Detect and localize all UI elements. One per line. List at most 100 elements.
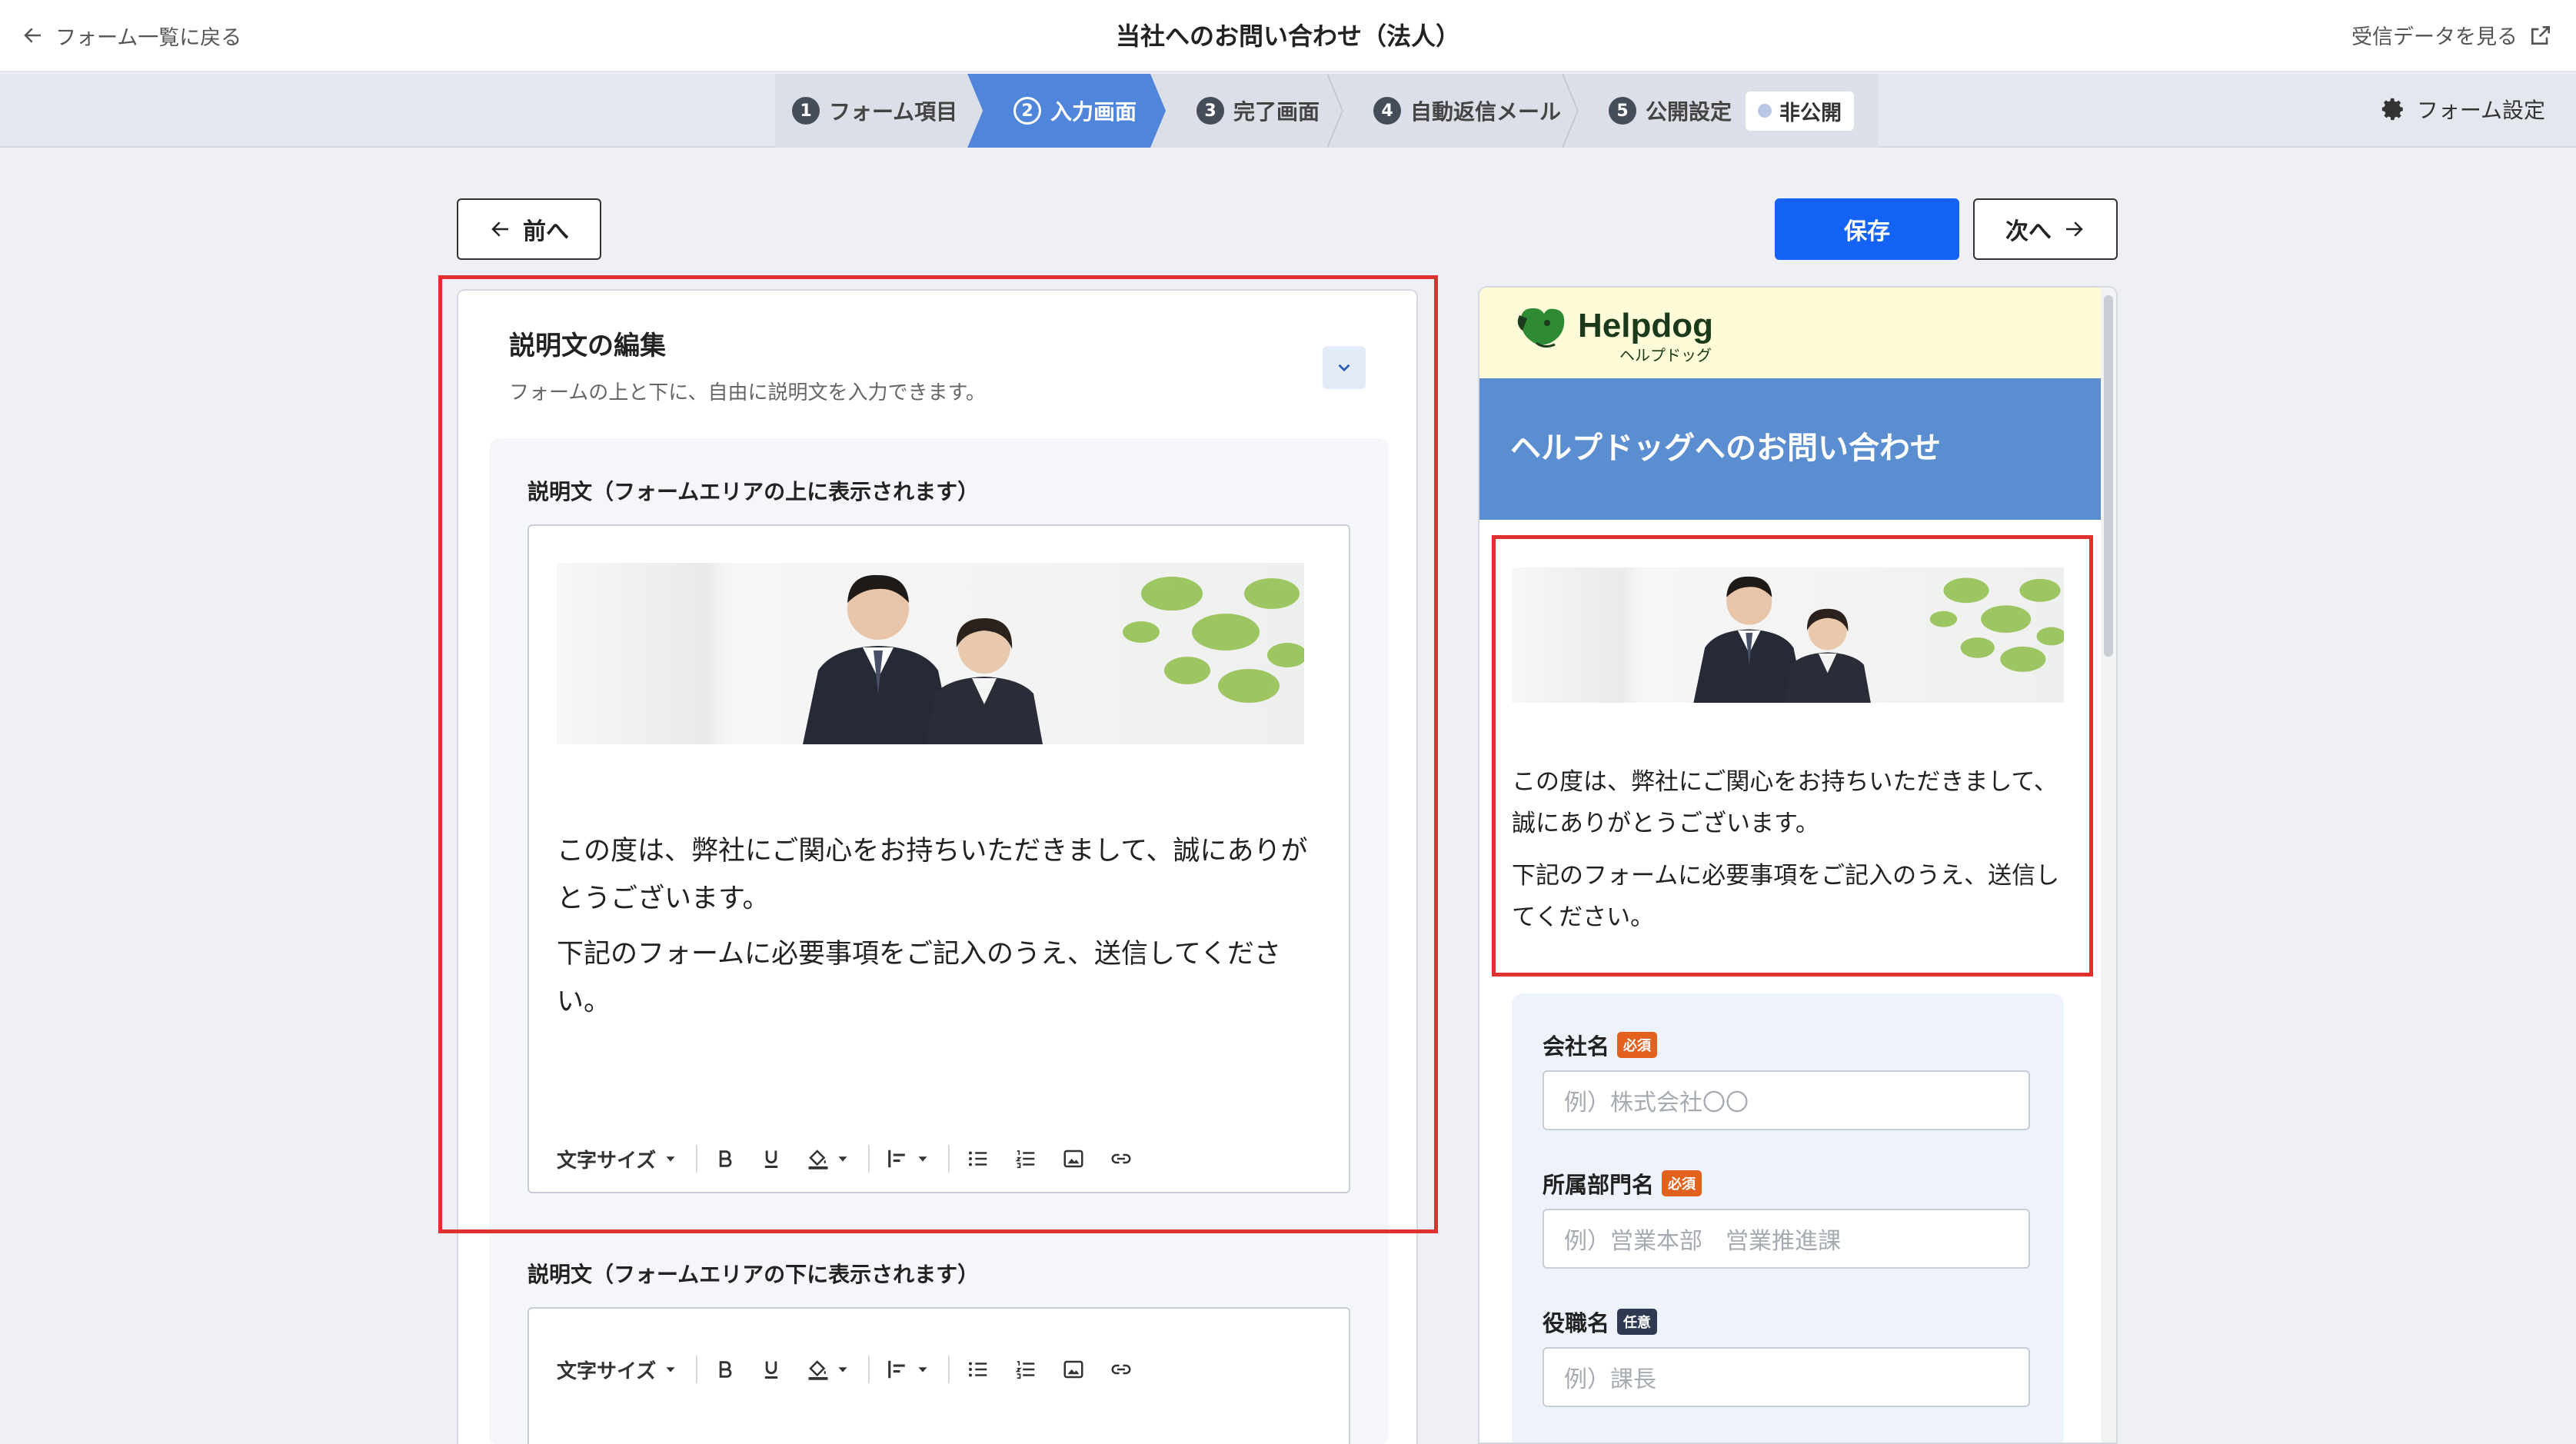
step-tab-complete-screen[interactable]: 3 完了画面 <box>1166 74 1343 148</box>
top-description-label: 説明文（フォームエリアの上に表示されます） <box>528 479 980 504</box>
prev-button[interactable]: 前へ <box>457 198 601 260</box>
status-dot-icon <box>1758 104 1772 118</box>
bullet-list-button[interactable] <box>954 1350 1002 1389</box>
step-number: 2 <box>1013 97 1041 125</box>
bullet-list-button[interactable] <box>954 1140 1002 1178</box>
arrow-left-icon <box>491 221 508 237</box>
step-number: 4 <box>1373 97 1401 125</box>
editor-toolbar: 文字サイズ <box>557 1140 1145 1178</box>
view-data-label: 受信データを見る <box>2351 25 2518 49</box>
insert-image-button[interactable] <box>1050 1350 1097 1389</box>
underline-button[interactable] <box>748 1350 794 1389</box>
arrow-right-icon <box>2066 221 2083 237</box>
toolbar-divider <box>696 1145 698 1173</box>
insert-link-button[interactable] <box>1097 1350 1145 1389</box>
caret-down-icon <box>666 1156 675 1162</box>
preview-paragraph-2: 下記のフォームに必要事項をご記入のうえ、送信してください。 <box>1512 862 2060 931</box>
preview-header: ヘルプドッグへのお問い合わせ <box>1479 378 2101 520</box>
step-tab-publish-settings[interactable]: 5 公開設定 非公開 <box>1578 74 1878 148</box>
bold-icon <box>719 1150 732 1167</box>
save-button[interactable]: 保存 <box>1775 198 1959 260</box>
bold-button[interactable] <box>702 1350 748 1389</box>
insert-image-button[interactable] <box>1050 1140 1097 1178</box>
bullet-list-icon <box>969 1362 987 1377</box>
toolbar-divider <box>868 1145 870 1173</box>
paint-bucket-icon <box>808 1360 828 1380</box>
text-color-button[interactable] <box>794 1350 864 1389</box>
step-label: 自動返信メール <box>1410 99 1562 125</box>
step-number: 3 <box>1196 97 1224 125</box>
numbered-list-button[interactable] <box>1002 1350 1050 1389</box>
view-received-data-link[interactable]: 受信データを見る <box>2351 20 2553 50</box>
form-settings-button[interactable]: フォーム設定 <box>2380 94 2545 125</box>
align-button[interactable] <box>874 1350 944 1389</box>
preview-scrollbar[interactable] <box>2101 288 2116 1442</box>
logo-name: Helpdog <box>1578 307 1713 344</box>
business-people-photo <box>1512 567 2064 703</box>
next-button[interactable]: 次へ <box>1973 198 2118 260</box>
prev-button-label: 前へ <box>523 218 569 245</box>
font-size-dropdown[interactable]: 文字サイズ <box>557 1140 691 1178</box>
form-settings-label: フォーム設定 <box>2416 98 2545 123</box>
text-color-button[interactable] <box>794 1140 864 1178</box>
underline-icon <box>765 1361 778 1379</box>
field-label: 所属部門名 <box>1543 1172 1655 1198</box>
gear-icon <box>2381 98 2403 121</box>
top-description-paragraph-1: この度は、弊社にご関心をお持ちいただきまして、誠にありがとうございます。 <box>557 836 1308 914</box>
step-separator-icon <box>967 74 998 148</box>
job-title-label: 役職名 任意 <box>1543 1306 1658 1338</box>
font-size-dropdown[interactable]: 文字サイズ <box>557 1350 691 1389</box>
bottom-description-label: 説明文（フォームエリアの下に表示されます） <box>528 1262 980 1287</box>
image-icon <box>1063 1150 1083 1168</box>
step-label: 公開設定 <box>1646 99 1732 125</box>
optional-badge: 任意 <box>1617 1309 1658 1335</box>
preview-header-title: ヘルプドッグへのお問い合わせ <box>1510 431 1941 466</box>
font-size-label: 文字サイズ <box>557 1149 657 1173</box>
step-separator-icon <box>1563 74 1579 148</box>
link-icon <box>1111 1364 1131 1375</box>
step-tab-form-items[interactable]: 1 フォーム項目 <box>775 74 983 148</box>
step-label: 完了画面 <box>1233 99 1320 125</box>
preview-paragraph-1: この度は、弊社にご関心をお持ちいただきまして、誠にありがとうございます。 <box>1512 768 2058 837</box>
top-description-paragraph-2: 下記のフォームに必要事項をご記入のうえ、送信してください。 <box>557 939 1281 1017</box>
step-tab-auto-reply-mail[interactable]: 4 自動返信メール <box>1343 74 1578 148</box>
company-name-input[interactable]: 例）株式会社〇〇 <box>1543 1070 2030 1130</box>
editor-toolbar: 文字サイズ <box>557 1350 1145 1389</box>
department-name-label: 所属部門名 必須 <box>1543 1167 1702 1199</box>
step-separator-icon <box>1327 74 1344 148</box>
toolbar-divider <box>948 1356 950 1383</box>
bottom-description-editor[interactable]: 文字サイズ <box>528 1307 1350 1444</box>
collapse-toggle-button[interactable] <box>1323 346 1366 389</box>
external-link-icon <box>2531 25 2550 45</box>
step-navigation-bar: 1 フォーム項目 2 入力画面 3 完了画面 4 自動返信メール 5 公開設定 … <box>0 74 2576 148</box>
insert-link-button[interactable] <box>1097 1140 1145 1178</box>
chevron-down-icon <box>1338 364 1350 372</box>
step-separator-icon <box>1150 74 1181 148</box>
step-label: フォーム項目 <box>829 99 958 125</box>
job-title-input[interactable]: 例）課長 <box>1543 1347 2030 1407</box>
editor-inner-panel: 説明文（フォームエリアの上に表示されます） この度は、弊社にご関心をお持ちいただ… <box>489 438 1389 1444</box>
business-people-photo <box>557 563 1304 744</box>
field-label: 会社名 <box>1543 1033 1610 1060</box>
toolbar-divider <box>948 1145 950 1173</box>
caret-down-icon <box>918 1367 927 1372</box>
underline-button[interactable] <box>748 1140 794 1178</box>
scrollbar-thumb[interactable] <box>2104 295 2113 657</box>
publish-status-badge: 非公開 <box>1746 91 1855 131</box>
numbered-list-button[interactable] <box>1002 1140 1050 1178</box>
step-tab-input-screen[interactable]: 2 入力画面 <box>983 74 1166 148</box>
next-button-label: 次へ <box>2005 218 2052 245</box>
align-button[interactable] <box>874 1140 944 1178</box>
top-description-editor[interactable]: この度は、弊社にご関心をお持ちいただきまして、誠にありがとうございます。 下記の… <box>528 524 1350 1193</box>
bold-icon <box>719 1361 732 1378</box>
paint-bucket-icon <box>808 1150 828 1170</box>
numbered-list-icon <box>1015 1150 1035 1169</box>
step-tabs: 1 フォーム項目 2 入力画面 3 完了画面 4 自動返信メール 5 公開設定 … <box>775 74 1878 148</box>
bold-button[interactable] <box>702 1140 748 1178</box>
department-name-input[interactable]: 例）営業本部 営業推進課 <box>1543 1209 2030 1269</box>
numbered-list-icon <box>1015 1361 1035 1379</box>
hero-image <box>557 563 1304 744</box>
company-name-label: 会社名 必須 <box>1543 1029 1658 1061</box>
required-badge: 必須 <box>1617 1032 1658 1058</box>
font-size-label: 文字サイズ <box>557 1359 657 1383</box>
